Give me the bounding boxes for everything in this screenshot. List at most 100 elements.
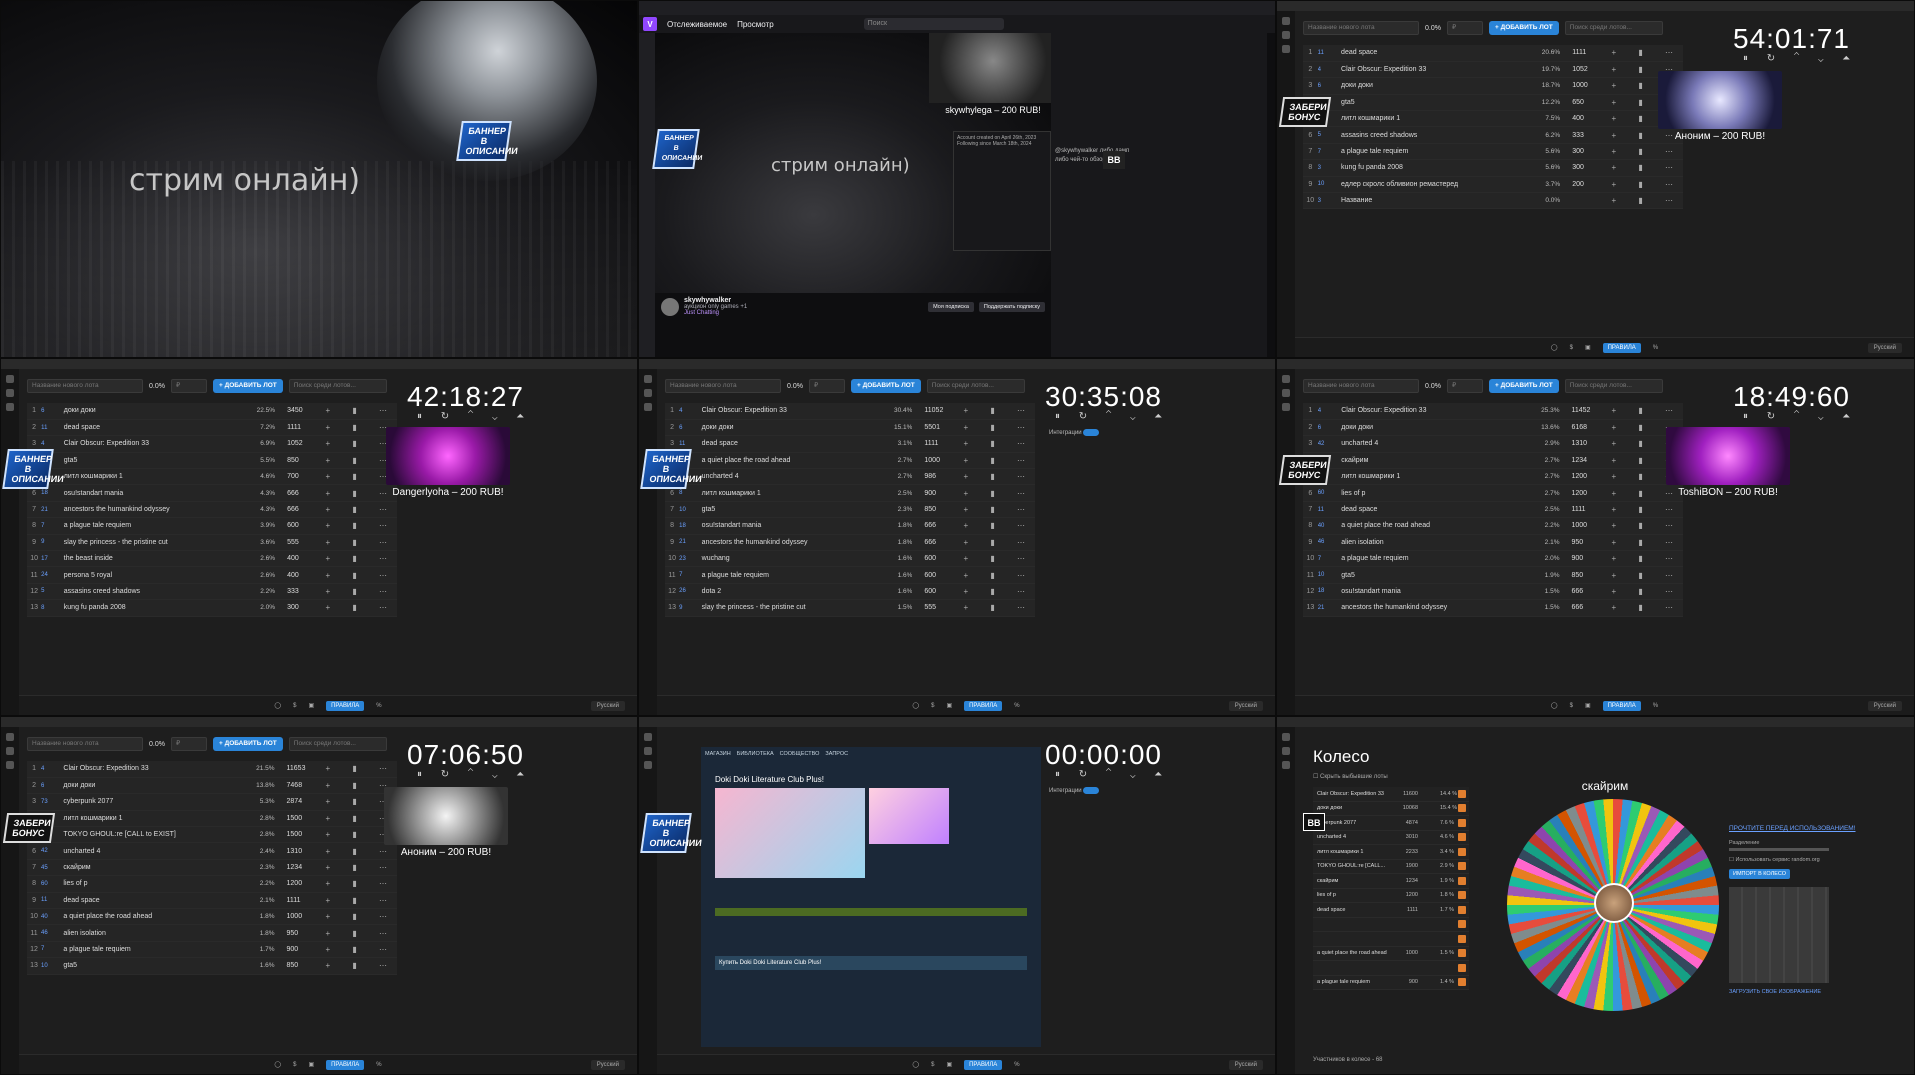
table-row[interactable]: 7 45 скайрим 2.3% 1234 + ▮ ⋯ <box>27 859 397 877</box>
lot-amount[interactable]: 400 <box>275 550 316 568</box>
wheel-icon[interactable] <box>6 389 14 397</box>
row-actions[interactable]: + ▮ ⋯ <box>315 583 397 601</box>
save-icon[interactable]: ▣ <box>308 1061 314 1068</box>
table-row[interactable]: 10 3 Название 0.0% + ▮ ⋯ <box>1303 192 1683 210</box>
row-actions[interactable]: + ▮ ⋯ <box>953 599 1035 617</box>
lot-name[interactable]: a plague tale requiem <box>697 566 886 584</box>
video-player[interactable]: стрим онлайн) БАННЕР В ОПИСАНИИ skywhyle… <box>652 33 1057 293</box>
gear-icon[interactable] <box>1282 17 1290 25</box>
percent-icon[interactable]: % <box>1653 345 1658 351</box>
gear-icon[interactable] <box>1282 733 1290 741</box>
lot-name[interactable]: литл кошмарики 1 <box>59 810 248 828</box>
github-icon[interactable]: ◯ <box>274 1061 281 1068</box>
twitch-logo-icon[interactable]: V <box>643 17 657 31</box>
table-row[interactable]: 8 60 lies of p 2.2% 1200 + ▮ ⋯ <box>27 875 397 893</box>
table-row[interactable]: 8 40 a quiet place the road ahead 2.2% 1000 +… <box>1303 517 1683 535</box>
lot-amount[interactable]: 11052 <box>912 403 954 420</box>
save-icon[interactable]: ▣ <box>1585 344 1591 351</box>
new-lot-input[interactable]: Название нового лота <box>1303 21 1419 35</box>
gear-icon[interactable] <box>644 375 652 383</box>
table-row[interactable]: 542uncharted 42.7%986+ ▮ ⋯ <box>665 468 1035 486</box>
lot-amount[interactable]: 1000 <box>912 452 954 470</box>
lot-name[interactable]: едлер скролс обливион ремастеред <box>1337 176 1533 194</box>
table-row[interactable]: 2 6 доки доки 13.8% 7468 + ▮ ⋯ <box>27 777 397 795</box>
lot-amount[interactable]: 6168 <box>1559 419 1602 437</box>
github-icon[interactable]: ◯ <box>274 702 281 709</box>
stats-icon[interactable] <box>1282 45 1290 53</box>
sticker-grid[interactable] <box>1729 887 1829 983</box>
rules-button[interactable]: ПРАВИЛА <box>964 700 1003 711</box>
stats-icon[interactable] <box>1282 403 1290 411</box>
row-actions[interactable]: + ▮ ⋯ <box>315 859 397 877</box>
split-slider[interactable] <box>1729 848 1829 851</box>
table-row[interactable]: 1 11 dead space 20.6% 1111 + ▮ ⋯ <box>1303 45 1683 62</box>
lot-amount[interactable]: 900 <box>1559 550 1602 568</box>
table-row[interactable]: 48литл кошмарики 12.8%1500+ ▮ ⋯ <box>27 810 397 828</box>
table-row[interactable]: 7 10 gta5 2.3% 850 + ▮ ⋯ <box>665 501 1035 519</box>
table-row[interactable]: 10 23 wuchang 1.6% 600 + ▮ ⋯ <box>665 550 1035 568</box>
rules-button[interactable]: ПРАВИЛА <box>1602 700 1641 711</box>
table-row[interactable]: 13 10 gta5 1.6% 850 + ▮ ⋯ <box>27 957 397 975</box>
row-actions[interactable]: + ▮ ⋯ <box>315 550 397 568</box>
integrations-toggle[interactable]: Интеграции <box>1049 787 1100 794</box>
lot-name[interactable]: ancestors the humankind odyssey <box>59 501 248 519</box>
table-row[interactable]: 440a quiet place the road ahead2.7%1000+… <box>665 452 1035 470</box>
lot-name[interactable]: gta5 <box>59 957 248 975</box>
amount-input[interactable]: ₽ <box>1446 21 1483 35</box>
lot-amount[interactable]: 1111 <box>1560 45 1602 62</box>
language-select[interactable]: Русский <box>1867 343 1902 353</box>
lot-name[interactable]: cyberpunk 2077 <box>59 793 248 811</box>
lot-name[interactable]: lies of p <box>1337 484 1532 502</box>
table-row[interactable]: 10 7 a plague tale requiem 2.0% 900 + ▮ ⋯ <box>1303 550 1683 568</box>
save-icon[interactable]: ▣ <box>946 702 952 709</box>
row-actions[interactable]: + ▮ ⋯ <box>1601 192 1683 210</box>
table-row[interactable]: 77a plague tale requiem 5.6% 300 + ▮ ⋯ <box>1303 143 1683 161</box>
percent-icon[interactable]: % <box>376 1062 381 1068</box>
table-row[interactable]: 2 11 dead space 7.2% 1111 + ▮ ⋯ <box>27 419 397 437</box>
lot-name[interactable]: доки доки <box>59 777 248 795</box>
wheel-list-item[interactable]: cyberpunk 2077 4874 7.6 % <box>1313 816 1469 831</box>
table-row[interactable]: 3 6 доки доки 18.7% 1000 + ▮ ⋯ <box>1303 77 1683 95</box>
lot-name[interactable]: uncharted 4 <box>697 468 886 486</box>
integrations-toggle[interactable]: Интеграции <box>1049 429 1100 436</box>
rules-button[interactable]: ПРАВИЛА <box>964 1059 1003 1070</box>
save-icon[interactable]: ▣ <box>946 1061 952 1068</box>
lot-name[interactable]: ancestors the humankind odyssey <box>697 534 886 552</box>
wheel-icon[interactable] <box>1282 747 1290 755</box>
lot-name[interactable]: a quiet place the road ahead <box>697 452 886 470</box>
stats-icon[interactable] <box>6 761 14 769</box>
wheel-icon[interactable] <box>1282 31 1290 39</box>
amount-input[interactable]: ₽ <box>808 379 845 393</box>
lot-amount[interactable]: 5501 <box>912 419 954 437</box>
row-actions[interactable]: + ▮ ⋯ <box>315 566 397 584</box>
hide-dropped-checkbox[interactable]: ☐ Скрыть выбывшие лоты <box>1313 773 1388 780</box>
timer-controls[interactable]: ⏸ ↻ ⌃ ⌄ ⏶ <box>417 769 532 780</box>
percent-icon[interactable]: % <box>1014 1062 1019 1068</box>
row-actions[interactable]: + ▮ ⋯ <box>953 566 1035 584</box>
lot-amount[interactable]: 1500 <box>274 826 316 844</box>
row-actions[interactable]: + ▮ ⋯ <box>953 435 1035 453</box>
lot-amount[interactable]: 900 <box>274 941 316 959</box>
table-row[interactable]: 6 42 uncharted 4 2.4% 1310 + ▮ ⋯ <box>27 842 397 860</box>
lot-amount[interactable]: 11452 <box>1559 403 1602 420</box>
lot-name[interactable]: Clair Obscur: Expedition 33 <box>1337 61 1533 79</box>
lot-amount[interactable]: 7468 <box>274 777 316 795</box>
table-row[interactable]: 576TOKYO GHOUL:re [CALL to EXIST]2.8%150… <box>27 826 397 844</box>
lot-name[interactable]: osu!standart mania <box>59 484 248 502</box>
lot-amount[interactable]: 11653 <box>274 761 316 778</box>
row-actions[interactable]: + ▮ ⋯ <box>1601 403 1683 420</box>
lot-search-input[interactable]: Поиск среди лотов... <box>926 379 1025 393</box>
table-row[interactable]: 13 21 ancestors the humankind odyssey 1.5% 6… <box>1303 599 1683 617</box>
row-actions[interactable]: + ▮ ⋯ <box>315 924 397 942</box>
lot-name[interactable]: доки доки <box>1337 419 1532 437</box>
table-row[interactable]: 3 42 uncharted 4 2.9% 1310 + ▮ ⋯ <box>1303 435 1683 453</box>
table-row[interactable]: 11 24 persona 5 royal 2.6% 400 + ▮ ⋯ <box>27 566 397 584</box>
wheel-list-item[interactable]: a quiet place the road ahead 1000 1.5 % <box>1313 946 1469 961</box>
wheel-list-item[interactable] <box>1313 917 1469 932</box>
lot-amount[interactable]: 900 <box>912 484 954 502</box>
table-row[interactable]: 1 4 Clair Obscur: Expedition 33 21.5% 11653 +… <box>27 761 397 778</box>
row-actions[interactable]: + ▮ ⋯ <box>953 403 1035 420</box>
lot-name[interactable]: dota 2 <box>697 583 886 601</box>
lot-amount[interactable]: 1052 <box>1560 61 1602 79</box>
timer-controls[interactable]: ⏸ ↻ ⌃ ⌄ ⏶ <box>1055 411 1170 422</box>
